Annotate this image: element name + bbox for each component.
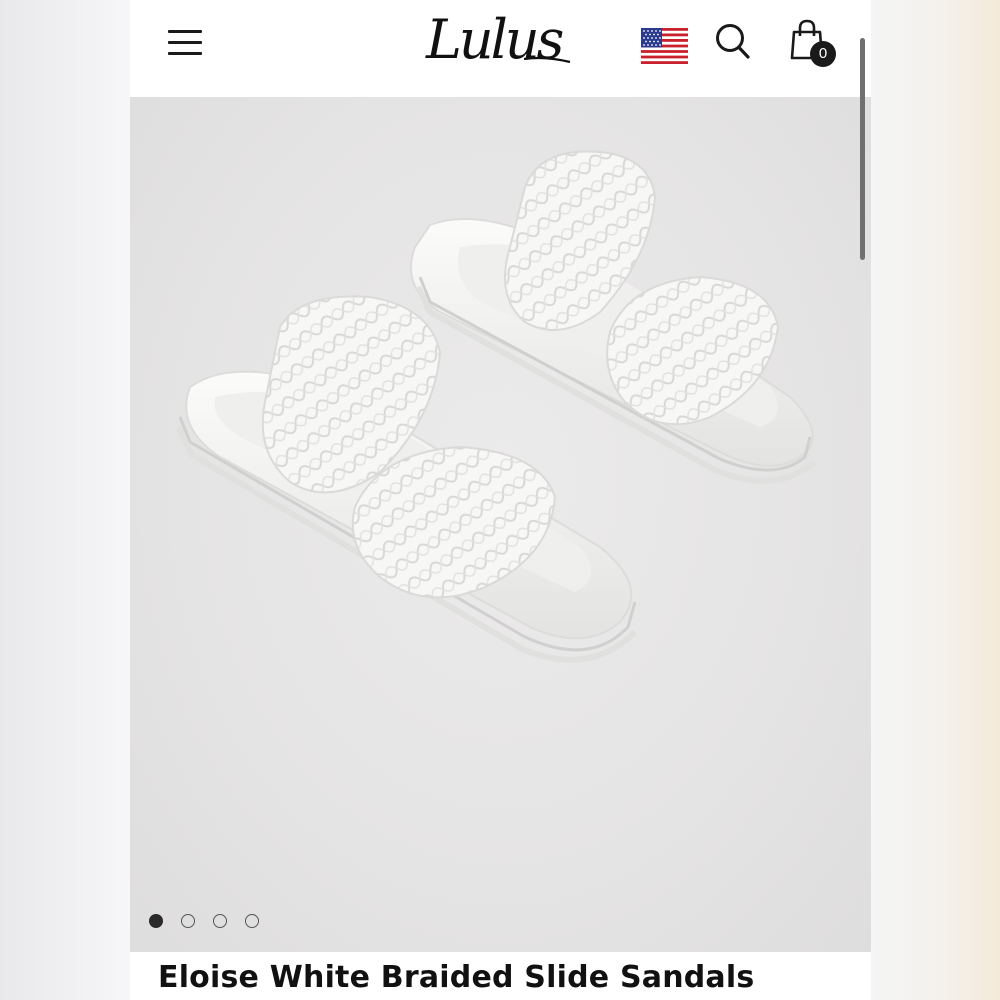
brand-logo[interactable]: Lulus bbox=[420, 6, 580, 72]
menu-button[interactable] bbox=[166, 26, 204, 58]
search-magnifier-graphic bbox=[716, 24, 750, 59]
menu-line-top bbox=[168, 30, 202, 33]
gallery-pagination bbox=[149, 914, 259, 932]
gallery-dot-3[interactable] bbox=[213, 914, 227, 928]
sandals-product-image[interactable] bbox=[130, 97, 871, 952]
gallery-dot-4[interactable] bbox=[245, 914, 259, 928]
cart-count-badge: 0 bbox=[810, 41, 836, 67]
page-scrollbar[interactable] bbox=[860, 38, 865, 260]
site-header: Lulus 0 bbox=[130, 0, 871, 97]
us-flag-icon[interactable] bbox=[641, 28, 688, 64]
menu-line-middle bbox=[168, 41, 202, 44]
logo-text: Lulus bbox=[425, 8, 563, 71]
menu-line-bottom bbox=[168, 52, 202, 55]
product-title: Eloise White Braided Slide Sandals bbox=[158, 960, 755, 995]
gallery-dot-1[interactable] bbox=[149, 914, 163, 928]
us-flag-graphic bbox=[641, 28, 688, 64]
back-sandal bbox=[409, 150, 817, 484]
product-image-gallery[interactable] bbox=[130, 97, 871, 952]
shopping-bag-icon[interactable]: 0 bbox=[790, 18, 846, 67]
search-icon[interactable] bbox=[714, 22, 752, 62]
mobile-page: Lulus 0 Eloise White Braided Slide Sanda… bbox=[130, 0, 871, 1000]
gallery-dot-2[interactable] bbox=[181, 914, 195, 928]
lulus-script-logo: Lulus bbox=[425, 8, 571, 71]
